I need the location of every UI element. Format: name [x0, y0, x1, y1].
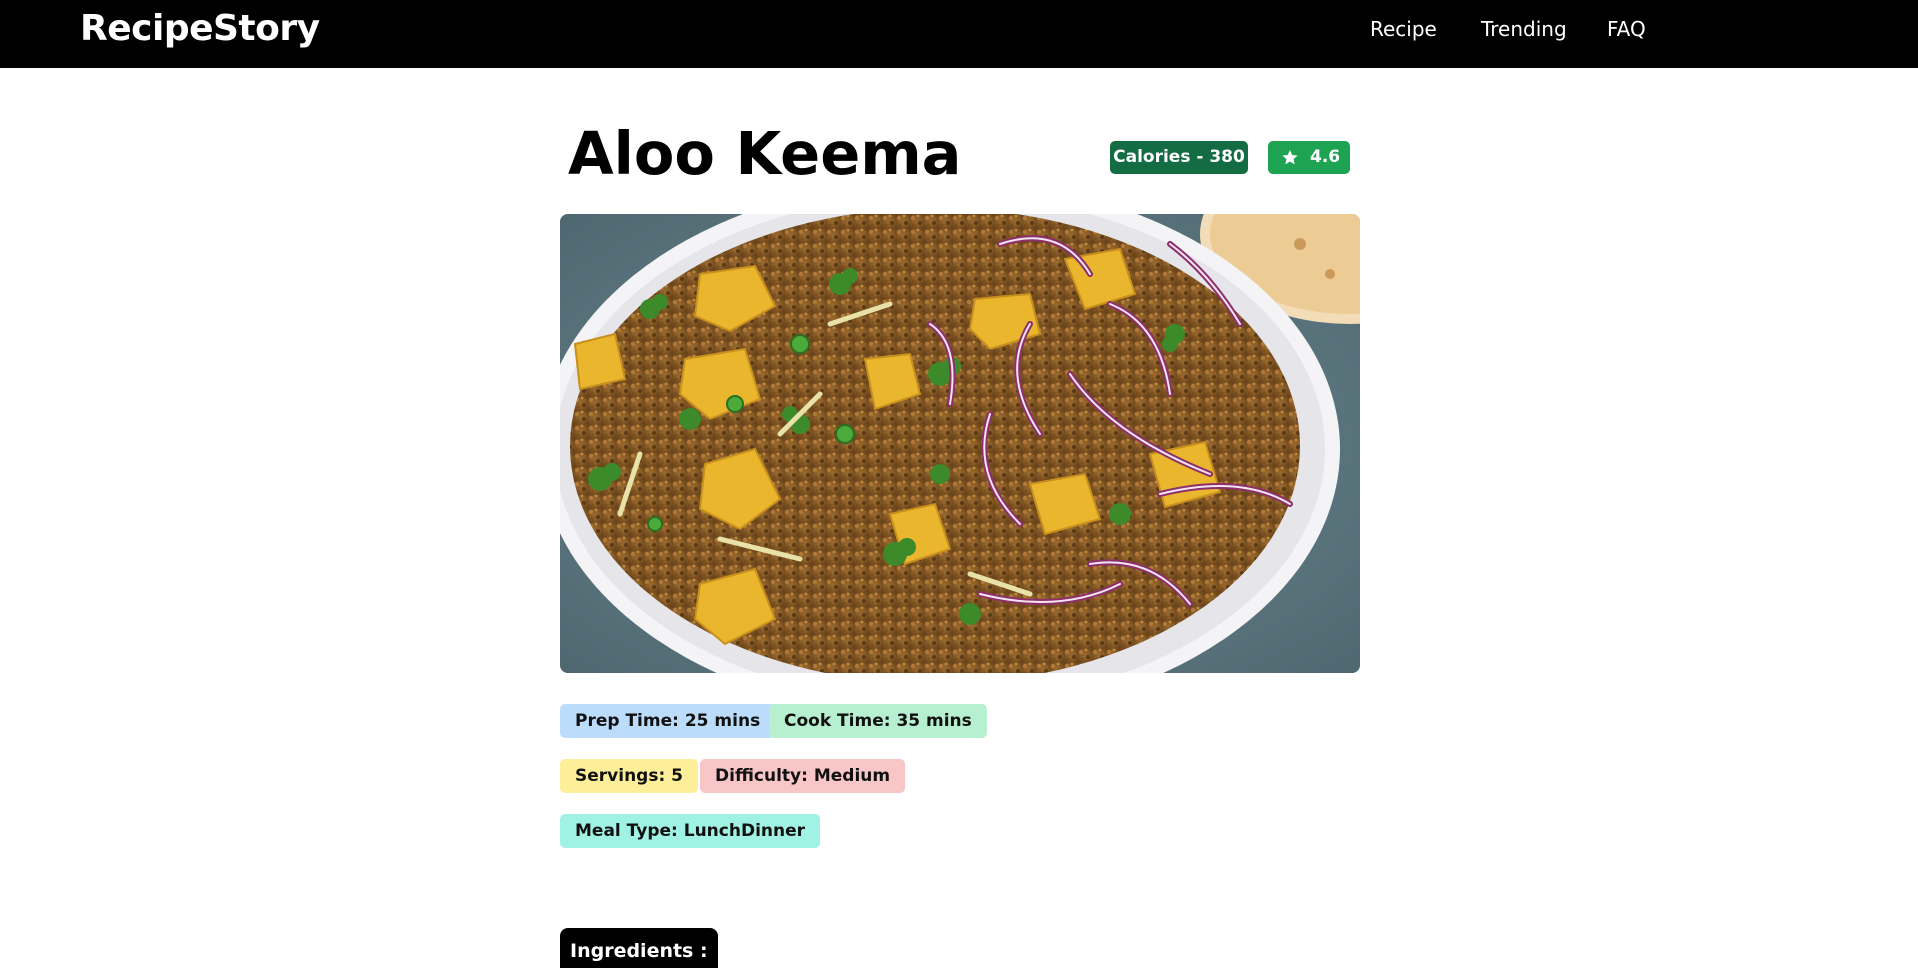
- rating-value: 4.6: [1310, 147, 1341, 167]
- star-icon: [1282, 150, 1298, 165]
- recipe-title: Aloo Keema: [568, 119, 962, 188]
- meal-type-chip: Meal Type: LunchDinner: [560, 814, 821, 848]
- top-navbar: RecipeStory Recipe Trending FAQ: [0, 0, 1918, 68]
- nav-link-faq[interactable]: FAQ: [1607, 17, 1646, 41]
- dish-photo: [560, 214, 1360, 673]
- nav-link-recipe[interactable]: Recipe: [1370, 17, 1437, 41]
- rating-badge: 4.6: [1268, 141, 1350, 174]
- prep-time-chip: Prep Time: 25 mins: [560, 704, 776, 738]
- brand-logo[interactable]: RecipeStory: [80, 8, 320, 49]
- difficulty-chip: Difficulty: Medium: [700, 759, 906, 793]
- nav-link-trending[interactable]: Trending: [1481, 17, 1567, 41]
- cook-time-chip: Cook Time: 35 mins: [769, 704, 987, 738]
- recipe-hero-image: [560, 214, 1360, 673]
- ingredients-section-header: Ingredients :: [560, 928, 718, 968]
- calories-badge: Calories - 380: [1110, 141, 1248, 174]
- servings-chip: Servings: 5: [560, 759, 699, 793]
